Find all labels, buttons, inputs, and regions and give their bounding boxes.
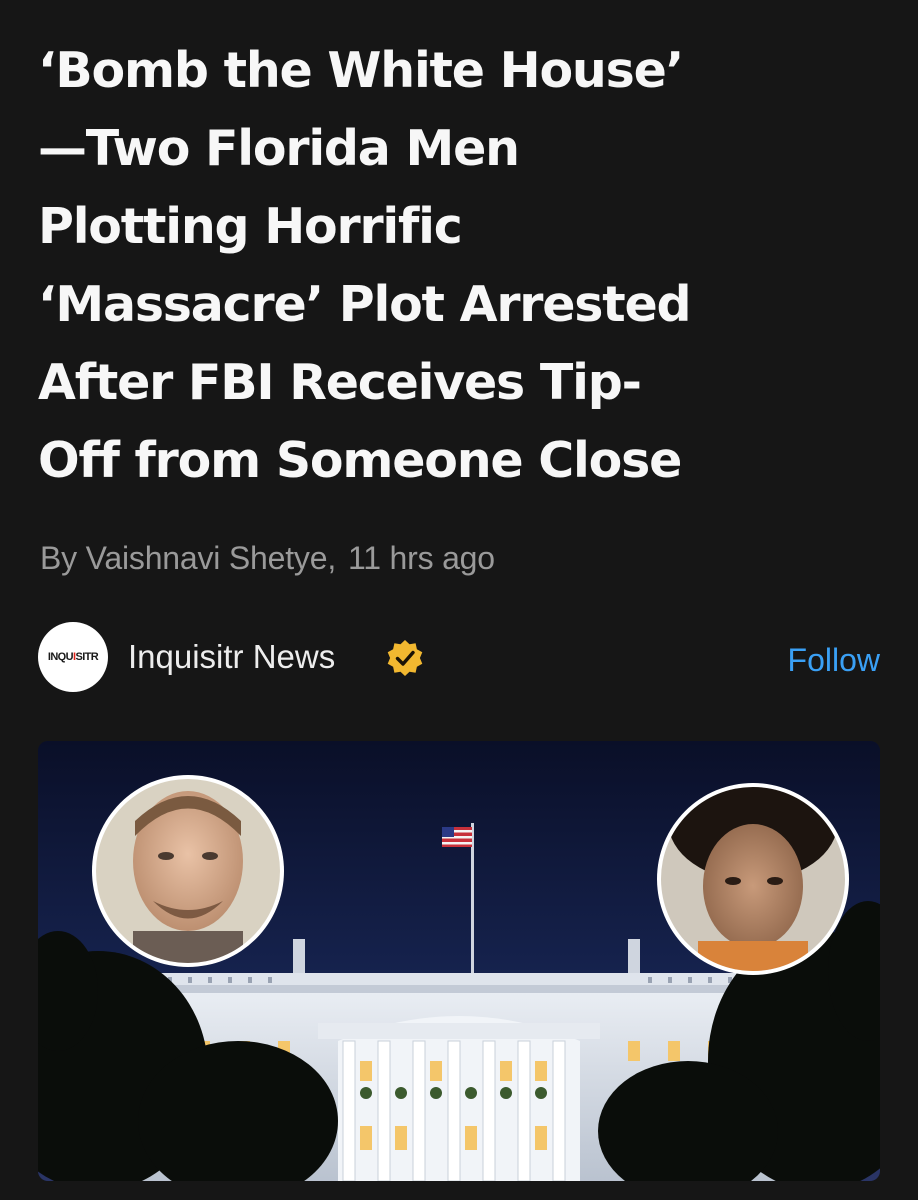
publisher-logo-wordmark: INQUISITR bbox=[47, 651, 99, 663]
headline-line: ‘Massacre’ Plot Arrested bbox=[38, 276, 692, 333]
byline-timestamp: 11 hrs ago bbox=[348, 540, 495, 576]
headline-line: After FBI Receives Tip- bbox=[38, 354, 642, 411]
publisher-row: INQUISITR Inquisitr News Follow bbox=[38, 620, 880, 694]
headline-line: Plotting Horrific bbox=[38, 198, 463, 255]
headline-line: Off from Someone Close bbox=[38, 432, 682, 489]
headline-line: ‘Bomb the White House’ bbox=[38, 42, 684, 99]
verified-badge-icon bbox=[385, 638, 425, 678]
byline: By Vaishnavi Shetye, 11 hrs ago bbox=[40, 540, 495, 577]
hero-illustration bbox=[38, 741, 880, 1181]
headline[interactable]: ‘Bomb the White House’ —Two Florida Men … bbox=[38, 32, 888, 500]
headline-line: —Two Florida Men bbox=[38, 120, 520, 177]
article: ‘Bomb the White House’ —Two Florida Men … bbox=[0, 0, 918, 1200]
byline-author: By Vaishnavi Shetye, bbox=[40, 540, 337, 576]
publisher-logo[interactable]: INQUISITR bbox=[38, 622, 108, 692]
publisher-name[interactable]: Inquisitr News bbox=[128, 638, 335, 676]
follow-button[interactable]: Follow bbox=[788, 642, 880, 679]
hero-image[interactable] bbox=[38, 741, 880, 1181]
